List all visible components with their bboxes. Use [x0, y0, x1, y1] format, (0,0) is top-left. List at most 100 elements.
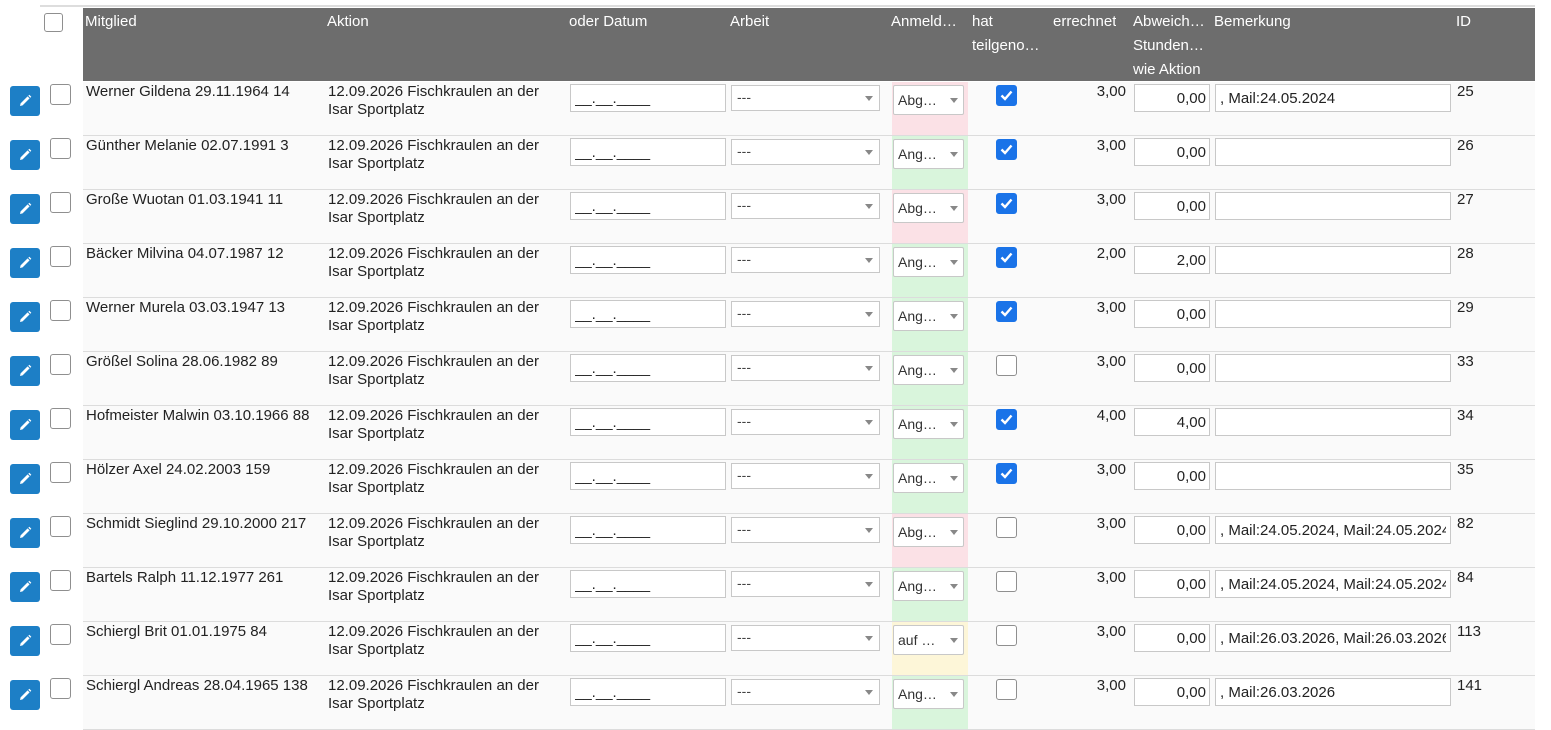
remark-input[interactable]: [1215, 570, 1451, 598]
participated-checkbox[interactable]: [996, 517, 1017, 538]
date-input[interactable]: [570, 570, 726, 598]
edit-button[interactable]: [10, 626, 40, 656]
registration-status-select[interactable]: Ang…: [893, 463, 964, 493]
edit-button[interactable]: [10, 518, 40, 548]
registration-status-select[interactable]: Ang…: [893, 679, 964, 709]
edit-button[interactable]: [10, 356, 40, 386]
date-input[interactable]: [570, 624, 726, 652]
registration-status-select[interactable]: Abg…: [893, 517, 964, 547]
edit-button[interactable]: [10, 410, 40, 440]
date-input[interactable]: [570, 138, 726, 166]
row-select-checkbox[interactable]: [50, 408, 71, 429]
row-select-checkbox[interactable]: [50, 462, 71, 483]
work-select[interactable]: ---: [731, 301, 880, 327]
participated-checkbox[interactable]: [996, 625, 1017, 646]
participated-checkbox[interactable]: [996, 463, 1017, 484]
row-select-checkbox[interactable]: [50, 354, 71, 375]
remark-input[interactable]: [1215, 192, 1451, 220]
edit-button[interactable]: [10, 464, 40, 494]
registration-status-select[interactable]: Abg…: [893, 85, 964, 115]
select-all-checkbox[interactable]: [44, 13, 63, 32]
work-select[interactable]: ---: [731, 85, 880, 111]
row-select-checkbox[interactable]: [50, 192, 71, 213]
work-select[interactable]: ---: [731, 571, 880, 597]
column-header-work[interactable]: Arbeit: [730, 10, 769, 34]
remark-input[interactable]: [1215, 354, 1451, 382]
participated-checkbox[interactable]: [996, 409, 1017, 430]
work-select[interactable]: ---: [731, 625, 880, 651]
row-select-checkbox[interactable]: [50, 300, 71, 321]
participated-checkbox[interactable]: [996, 571, 1017, 592]
edit-button[interactable]: [10, 86, 40, 116]
date-input[interactable]: [570, 678, 726, 706]
date-input[interactable]: [570, 408, 726, 436]
work-select[interactable]: ---: [731, 517, 880, 543]
edit-button[interactable]: [10, 140, 40, 170]
participated-checkbox[interactable]: [996, 301, 1017, 322]
work-select[interactable]: ---: [731, 409, 880, 435]
date-input[interactable]: [570, 84, 726, 112]
date-input[interactable]: [570, 462, 726, 490]
work-select[interactable]: ---: [731, 679, 880, 705]
remark-input[interactable]: [1215, 678, 1451, 706]
participated-checkbox[interactable]: [996, 85, 1017, 106]
row-select-checkbox[interactable]: [50, 570, 71, 591]
column-header-participated[interactable]: hat teilgeno…: [972, 10, 1048, 58]
row-select-checkbox[interactable]: [50, 516, 71, 537]
remark-input[interactable]: [1215, 300, 1451, 328]
column-header-registration[interactable]: Anmeld…: [891, 10, 967, 34]
registration-status-select[interactable]: Ang…: [893, 355, 964, 385]
participated-checkbox[interactable]: [996, 355, 1017, 376]
remark-input[interactable]: [1215, 516, 1451, 544]
column-header-remark[interactable]: Bemerkung: [1214, 10, 1291, 34]
date-input[interactable]: [570, 516, 726, 544]
edit-button[interactable]: [10, 248, 40, 278]
deviation-hours-input[interactable]: [1134, 246, 1210, 274]
deviation-hours-input[interactable]: [1134, 84, 1210, 112]
row-select-checkbox[interactable]: [50, 678, 71, 699]
date-input[interactable]: [570, 354, 726, 382]
column-header-deviation[interactable]: Abweich… Stunden… wie Aktion: [1133, 10, 1211, 82]
deviation-hours-input[interactable]: [1134, 462, 1210, 490]
column-header-member[interactable]: Mitglied: [85, 10, 137, 34]
deviation-hours-input[interactable]: [1134, 192, 1210, 220]
remark-input[interactable]: [1215, 462, 1451, 490]
remark-input[interactable]: [1215, 408, 1451, 436]
row-select-checkbox[interactable]: [50, 246, 71, 267]
registration-status-select[interactable]: Ang…: [893, 301, 964, 331]
date-input[interactable]: [570, 246, 726, 274]
deviation-hours-input[interactable]: [1134, 354, 1210, 382]
work-select[interactable]: ---: [731, 193, 880, 219]
remark-input[interactable]: [1215, 84, 1451, 112]
remark-input[interactable]: [1215, 246, 1451, 274]
registration-status-select[interactable]: Ang…: [893, 247, 964, 277]
deviation-hours-input[interactable]: [1134, 516, 1210, 544]
registration-status-select[interactable]: Ang…: [893, 139, 964, 169]
participated-checkbox[interactable]: [996, 247, 1017, 268]
work-select[interactable]: ---: [731, 139, 880, 165]
registration-status-select[interactable]: Ang…: [893, 409, 964, 439]
date-input[interactable]: [570, 192, 726, 220]
registration-status-select[interactable]: Ang…: [893, 571, 964, 601]
deviation-hours-input[interactable]: [1134, 408, 1210, 436]
column-header-date[interactable]: oder Datum: [569, 10, 647, 34]
edit-button[interactable]: [10, 572, 40, 602]
registration-status-select[interactable]: auf …: [893, 625, 964, 655]
edit-button[interactable]: [10, 680, 40, 710]
deviation-hours-input[interactable]: [1134, 624, 1210, 652]
deviation-hours-input[interactable]: [1134, 570, 1210, 598]
deviation-hours-input[interactable]: [1134, 300, 1210, 328]
row-select-checkbox[interactable]: [50, 624, 71, 645]
row-select-checkbox[interactable]: [50, 84, 71, 105]
work-select[interactable]: ---: [731, 247, 880, 273]
work-select[interactable]: ---: [731, 463, 880, 489]
remark-input[interactable]: [1215, 138, 1451, 166]
participated-checkbox[interactable]: [996, 139, 1017, 160]
deviation-hours-input[interactable]: [1134, 678, 1210, 706]
edit-button[interactable]: [10, 194, 40, 224]
registration-status-select[interactable]: Abg…: [893, 193, 964, 223]
row-select-checkbox[interactable]: [50, 138, 71, 159]
column-header-id[interactable]: ID: [1456, 10, 1471, 34]
remark-input[interactable]: [1215, 624, 1451, 652]
date-input[interactable]: [570, 300, 726, 328]
